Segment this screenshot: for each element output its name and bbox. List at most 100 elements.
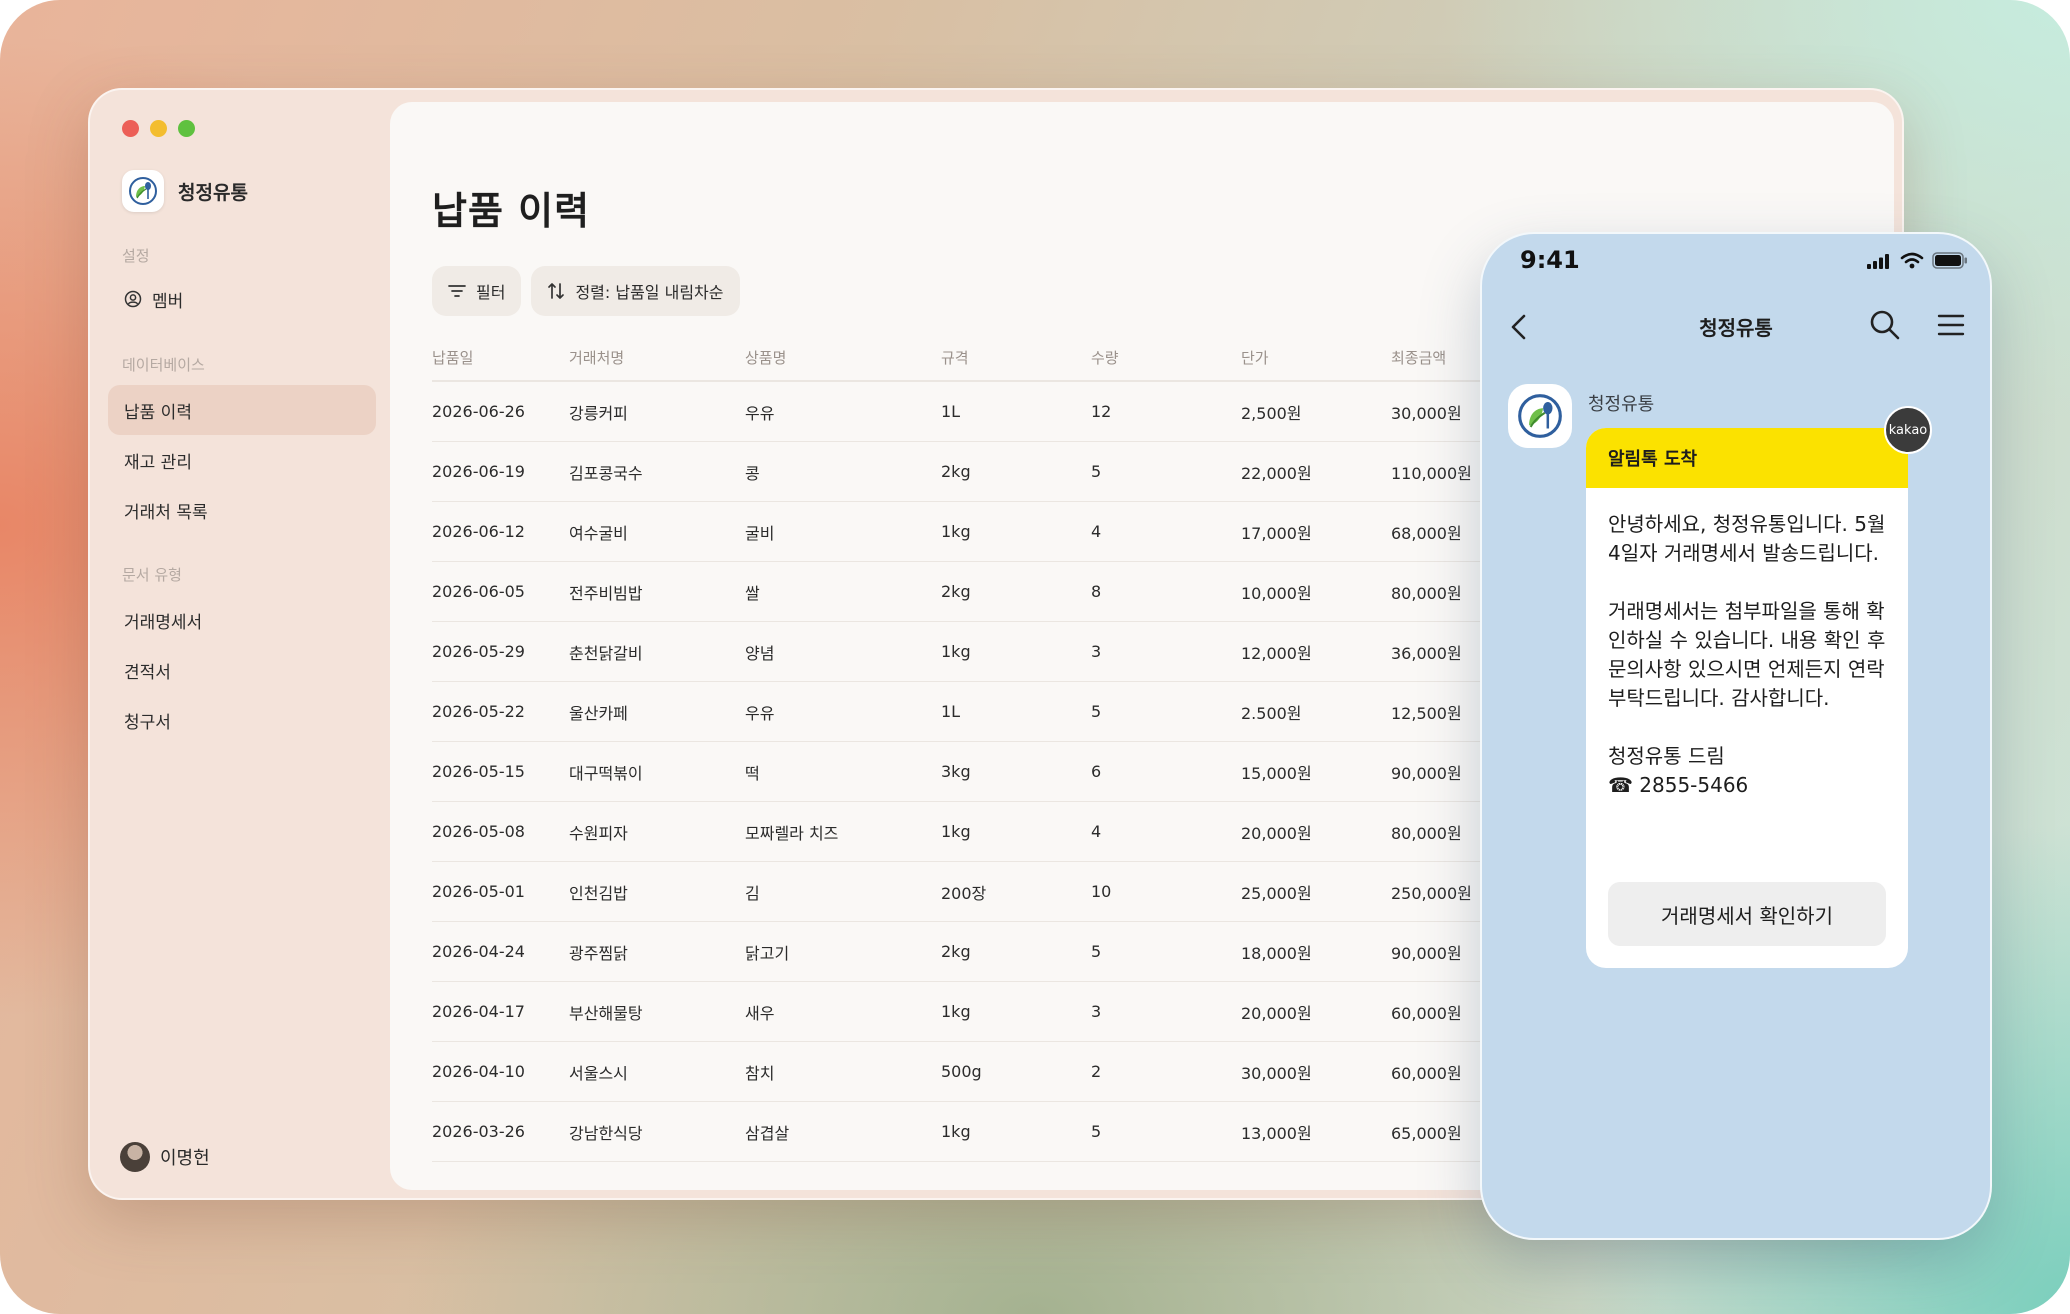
sidebar-item-clients[interactable]: 거래처 목록 xyxy=(108,485,376,535)
table-row[interactable]: 2026-05-22 울산카페 우유 1L 5 2.500원 12,500원 xyxy=(432,682,1532,742)
table-row[interactable]: 2026-05-08 수원피자 모짜렐라 치즈 1kg 4 20,000원 80,000원 xyxy=(432,802,1532,862)
table-cell: 5 xyxy=(1091,1122,1102,1141)
sidebar-item-delivery-history[interactable]: 납품 이력 xyxy=(108,385,376,435)
menu-button[interactable] xyxy=(1934,308,1968,342)
status-time: 9:41 xyxy=(1520,246,1580,274)
table-cell: 굴비 xyxy=(745,523,775,543)
table-cell: 2026-05-08 xyxy=(432,822,525,841)
wifi-icon xyxy=(1900,252,1924,269)
table-row[interactable]: 2026-04-17 부산해물탕 새우 1kg 3 20,000원 60,000원 xyxy=(432,982,1532,1042)
table-cell: 2026-06-26 xyxy=(432,402,525,421)
column-header[interactable]: 규격 xyxy=(941,347,1091,368)
logo-icon xyxy=(1518,394,1562,438)
alimtalk-message: 알림톡 도착 안녕하세요, 청정유통입니다. 5월 4일자 거래명세서 발송드립… xyxy=(1586,428,1908,968)
table-cell: 1L xyxy=(941,702,961,721)
column-header[interactable]: 단가 xyxy=(1241,347,1391,368)
column-header[interactable]: 거래처명 xyxy=(569,347,745,368)
sender-avatar[interactable] xyxy=(1508,384,1572,448)
table-cell: 1kg xyxy=(941,1002,971,1021)
search-button[interactable] xyxy=(1868,308,1902,342)
table-cell: 양념 xyxy=(745,643,775,663)
table-cell: 22,000원 xyxy=(1241,463,1312,483)
filter-icon xyxy=(448,285,466,297)
table-cell: 닭고기 xyxy=(745,943,790,963)
table-cell: 대구떡볶이 xyxy=(569,763,643,783)
table-row[interactable]: 2026-04-10 서울스시 참치 500g 2 30,000원 60,000원 xyxy=(432,1042,1532,1102)
table-row[interactable]: 2026-03-26 강남한식당 삼겹살 1kg 5 13,000원 65,000원 xyxy=(432,1102,1532,1162)
sidebar-item-statement[interactable]: 거래명세서 xyxy=(108,595,376,645)
table-cell: 강릉커피 xyxy=(569,403,628,423)
filter-button[interactable]: 필터 xyxy=(432,266,522,316)
section-label-settings: 설정 xyxy=(122,247,150,265)
kakao-badge: kakao xyxy=(1884,406,1932,454)
table-cell: 2kg xyxy=(941,942,971,961)
table-row[interactable]: 2026-05-01 인천김밥 김 200장 10 25,000원 250,000원 xyxy=(432,862,1532,922)
view-statement-button[interactable]: 거래명세서 확인하기 xyxy=(1608,882,1886,946)
table-cell: 18,000원 xyxy=(1241,943,1312,963)
table-cell: 12,000원 xyxy=(1241,643,1312,663)
table-cell: 10 xyxy=(1091,882,1112,901)
table-row[interactable]: 2026-04-24 광주찜닭 닭고기 2kg 5 18,000원 90,000원 xyxy=(432,922,1532,982)
phone-mockup: 9:41 청정유통 청정유통 알림톡 도착 안녕하세요, 청정유통입니다. 5월… xyxy=(1480,232,1992,1240)
sidebar-item-inventory[interactable]: 재고 관리 xyxy=(108,435,376,485)
table-row[interactable]: 2026-06-12 여수굴비 굴비 1kg 4 17,000원 68,000원 xyxy=(432,502,1532,562)
table-row[interactable]: 2026-05-29 춘천닭갈비 양념 1kg 3 12,000원 36,000원 xyxy=(432,622,1532,682)
table-cell: 2026-06-19 xyxy=(432,462,525,481)
sort-button[interactable]: 정렬: 납품일 내림차순 xyxy=(531,266,740,316)
brand[interactable]: 청정유통 xyxy=(122,170,248,212)
table-cell: 쌀 xyxy=(745,583,760,603)
sidebar-item-label: 재고 관리 xyxy=(124,452,192,473)
column-header[interactable]: 수량 xyxy=(1091,347,1241,368)
background: 청정유통 설정 멤버 데이터베이스 납품 이력 재고 관리 거래처 목록 문서 … xyxy=(0,0,2070,1314)
sidebar-item-label: 청구서 xyxy=(124,712,171,733)
section-label-doc-types: 문서 유형 xyxy=(122,566,182,584)
table-cell: 2,500원 xyxy=(1241,403,1302,423)
table-cell: 수원피자 xyxy=(569,823,628,843)
table-cell: 5 xyxy=(1091,462,1102,481)
table-cell: 춘천닭갈비 xyxy=(569,643,643,663)
sidebar-item-quote[interactable]: 견적서 xyxy=(108,645,376,695)
table-cell: 인천김밥 xyxy=(569,883,628,903)
table-cell: 2026-04-24 xyxy=(432,942,525,961)
table-row[interactable]: 2026-06-05 전주비빔밥 쌀 2kg 8 10,000원 80,000원 xyxy=(432,562,1532,622)
table-row[interactable]: 2026-06-26 강릉커피 우유 1L 12 2,500원 30,000원 xyxy=(432,382,1532,442)
sender-name: 청정유통 xyxy=(1588,394,1655,415)
table-cell: 모짜렐라 치즈 xyxy=(745,823,839,843)
sidebar-item-members[interactable]: 멤버 xyxy=(108,274,376,324)
table-cell: 콩 xyxy=(745,463,760,483)
table-body: 2026-06-26 강릉커피 우유 1L 12 2,500원 30,000원 2026-06… xyxy=(432,382,1532,1162)
table-cell: 10,000원 xyxy=(1241,583,1312,603)
column-header[interactable]: 상품명 xyxy=(745,347,941,368)
table-cell: 광주찜닭 xyxy=(569,943,628,963)
table-cell: 우유 xyxy=(745,703,775,723)
table-row[interactable]: 2026-05-15 대구떡볶이 떡 3kg 6 15,000원 90,000원 xyxy=(432,742,1532,802)
alert-title: 알림톡 도착 xyxy=(1586,428,1908,488)
table-row[interactable]: 2026-06-19 김포콩국수 콩 2kg 5 22,000원 110,000원 xyxy=(432,442,1532,502)
message-signature: 청정유통 드림 xyxy=(1608,744,1725,768)
message-body: 안녕하세요, 청정유통입니다. 5월 4일자 거래명세서 발송드립니다. 거래명… xyxy=(1586,488,1908,800)
table-cell: 김포콩국수 xyxy=(569,463,643,483)
sort-label: 정렬: 납품일 내림차순 xyxy=(575,283,724,302)
table-cell: 2026-04-10 xyxy=(432,1062,525,1081)
sidebar-item-label: 납품 이력 xyxy=(124,402,192,423)
sidebar: 청정유통 설정 멤버 데이터베이스 납품 이력 재고 관리 거래처 목록 문서 … xyxy=(90,90,390,1198)
table-cell: 2026-06-12 xyxy=(432,522,525,541)
table-cell: 1kg xyxy=(941,822,971,841)
table-cell: 2026-05-29 xyxy=(432,642,525,661)
sidebar-item-label: 멤버 xyxy=(152,291,184,312)
battery-icon xyxy=(1932,252,1967,269)
table-cell: 20,000원 xyxy=(1241,823,1312,843)
user-profile[interactable]: 이명헌 xyxy=(120,1142,210,1172)
table-cell: 2026-03-26 xyxy=(432,1122,525,1141)
table-cell: 5 xyxy=(1091,702,1102,721)
table-cell: 15,000원 xyxy=(1241,763,1312,783)
column-header[interactable]: 납품일 xyxy=(432,347,569,368)
signal-icon xyxy=(1867,253,1889,269)
sidebar-item-label: 거래처 목록 xyxy=(124,502,208,523)
table-cell: 2026-04-17 xyxy=(432,1002,525,1021)
table-cell: 강남한식당 xyxy=(569,1123,643,1143)
table-cell: 2kg xyxy=(941,582,971,601)
sidebar-item-invoice[interactable]: 청구서 xyxy=(108,695,376,745)
table-cell: 8 xyxy=(1091,582,1102,601)
sidebar-item-label: 견적서 xyxy=(124,662,171,683)
